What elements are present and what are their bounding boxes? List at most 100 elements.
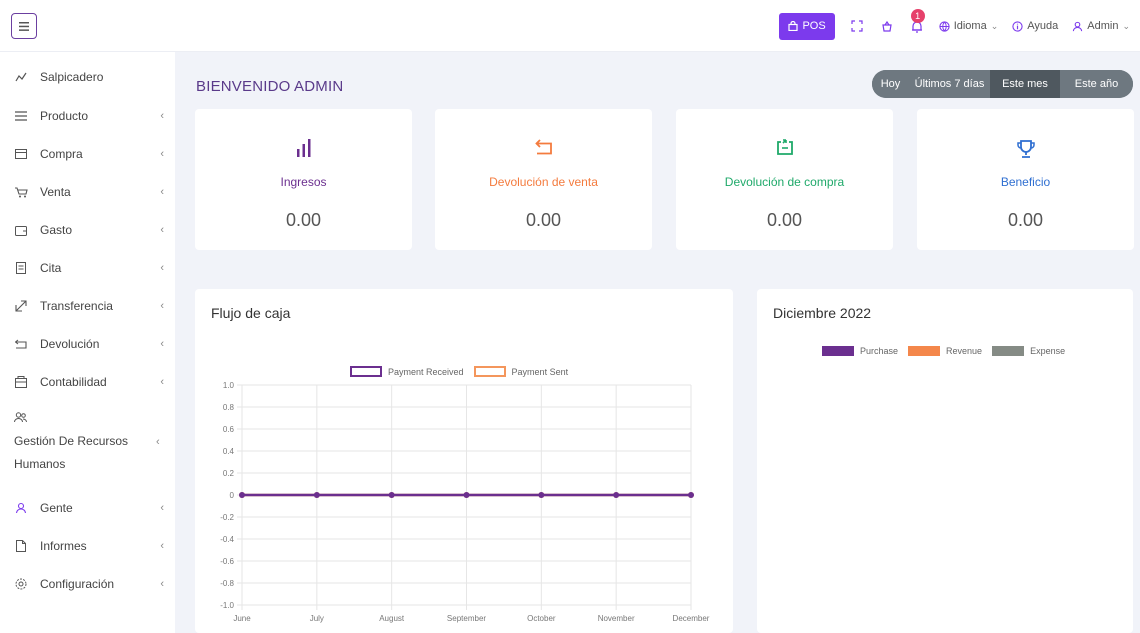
- stat-value: 0.00: [766, 210, 803, 230]
- chevron-left-icon: ‹: [160, 224, 164, 236]
- range-this-year-button[interactable]: Este año: [1060, 70, 1133, 98]
- sidebar-item-venta[interactable]: Venta ‹: [14, 182, 164, 202]
- date-range-selector: Hoy Últimos 7 días Este mes Este año: [872, 70, 1133, 98]
- trophy-icon: [1016, 140, 1035, 158]
- stat-value: 0.00: [285, 210, 322, 230]
- data-point: [388, 492, 395, 498]
- y-tick-label: 0.2: [223, 469, 235, 478]
- y-tick-label: 0: [230, 491, 235, 500]
- accounting-icon: [14, 375, 28, 389]
- stat-card-beneficio: Beneficio 0.00: [917, 109, 1134, 250]
- stat-label: Devolución de venta: [489, 175, 598, 189]
- hamburger-icon: [19, 21, 29, 31]
- sidebar-item-label: Salpicadero: [40, 70, 104, 84]
- document-icon: [14, 261, 28, 275]
- sidebar-item-cita[interactable]: Cita ‹: [14, 258, 164, 278]
- settings-icon: [14, 577, 28, 591]
- wallet-icon: [14, 223, 28, 237]
- range-this-month-button[interactable]: Este mes: [990, 70, 1060, 98]
- legend-swatch-purchase: [822, 346, 854, 356]
- data-point: [688, 492, 694, 498]
- sidebar-item-label: Devolución: [40, 337, 100, 351]
- bar-chart-icon: [296, 139, 310, 157]
- sidebar-item-label: Gasto: [40, 223, 73, 237]
- x-tick-label: September: [447, 614, 486, 623]
- fullscreen-icon[interactable]: [849, 18, 865, 34]
- chevron-left-icon: ‹: [160, 186, 164, 198]
- monthly-chart-panel: Diciembre 2022 Purchase Revenue Expense: [757, 289, 1133, 633]
- chevron-down-icon: ⌄: [990, 20, 999, 31]
- chevron-left-icon: ‹: [160, 338, 164, 350]
- y-tick-label: 1.0: [223, 381, 235, 390]
- language-dropdown[interactable]: Idioma ⌄: [939, 20, 999, 32]
- sidebar-item-gasto[interactable]: Gasto ‹: [14, 220, 164, 240]
- stat-label: Devolución de compra: [724, 175, 845, 189]
- cashflow-panel: Flujo de caja Payment Received Payment S…: [195, 289, 733, 633]
- range-last-7-days-button[interactable]: Últimos 7 días: [909, 70, 990, 98]
- user-icon: [1073, 21, 1083, 31]
- info-icon: [1012, 20, 1023, 32]
- sidebar-item-label: Informes: [40, 539, 87, 553]
- sidebar-item-label: Cita: [40, 261, 62, 275]
- users-icon: [14, 412, 28, 426]
- return-arrow-icon: [534, 139, 552, 155]
- sidebar-item-devolucion[interactable]: Devolución ‹: [14, 334, 164, 354]
- sidebar-item-dashboard[interactable]: Salpicadero: [14, 67, 164, 87]
- cashflow-chart: 1.0 0.8 0.6 0.4 0.2 0 -0.2 -0.4 -0.6 -0.8 -1.0 June…: [220, 381, 710, 623]
- pos-label: POS: [802, 20, 826, 32]
- sidebar-item-compra[interactable]: Compra ‹: [14, 144, 164, 164]
- data-point: [239, 492, 245, 498]
- chevron-down-icon: ⌄: [1122, 20, 1130, 31]
- chevron-left-icon: ‹: [160, 262, 164, 274]
- sidebar-item-transferencia[interactable]: Transferencia ‹: [14, 296, 164, 316]
- bag-icon: [788, 21, 799, 31]
- menu-toggle-button[interactable]: [11, 13, 37, 39]
- stat-card-devolucion-venta: Devolución de venta 0.00: [435, 109, 652, 250]
- stat-value: 0.00: [1007, 210, 1044, 230]
- language-label: Idioma: [953, 20, 987, 32]
- x-tick-label: October: [527, 614, 556, 623]
- sidebar-item-producto[interactable]: Producto ‹: [14, 106, 164, 126]
- x-tick-label: August: [379, 614, 405, 623]
- chevron-left-icon: ‹: [160, 148, 164, 160]
- x-tick-label: November: [598, 614, 635, 623]
- globe-icon: [939, 20, 950, 32]
- range-today-button[interactable]: Hoy: [872, 70, 909, 98]
- user-icon: [14, 501, 28, 515]
- x-tick-label: June: [233, 614, 251, 623]
- sidebar-item-label: Configuración: [40, 577, 115, 591]
- data-point: [613, 492, 620, 498]
- help-link[interactable]: Ayuda: [1012, 20, 1058, 32]
- x-tick-label: December: [673, 614, 710, 623]
- y-tick-label: 0.6: [223, 425, 235, 434]
- y-tick-label: -0.4: [220, 535, 234, 544]
- chevron-left-icon: ‹: [160, 540, 164, 552]
- legend-label-revenue: Revenue: [946, 346, 983, 356]
- data-point: [463, 492, 470, 498]
- basket-icon[interactable]: [879, 18, 895, 34]
- sidebar-item-label: Transferencia: [40, 299, 113, 313]
- pos-button[interactable]: POS: [779, 12, 835, 40]
- sidebar-item-configuracion[interactable]: Configuración ‹: [14, 574, 164, 594]
- data-point: [313, 492, 320, 498]
- sidebar-item-contabilidad[interactable]: Contabilidad ‹: [14, 372, 164, 392]
- user-dropdown[interactable]: Admin ⌄: [1072, 20, 1130, 32]
- transfer-icon: [14, 299, 28, 313]
- legend-label-expense: Expense: [1030, 346, 1066, 356]
- y-tick-label: -0.6: [220, 557, 234, 566]
- monthly-legend: Purchase Revenue Expense: [822, 346, 1065, 356]
- legend-swatch-expense: [992, 346, 1025, 356]
- sidebar-item-gente[interactable]: Gente ‹: [14, 498, 164, 518]
- sidebar-item-informes[interactable]: Informes ‹: [14, 536, 164, 556]
- x-tick-label: July: [310, 614, 324, 623]
- legend-label-purchase: Purchase: [860, 346, 899, 356]
- chevron-left-icon: ‹: [156, 436, 160, 448]
- sidebar-item-label: Compra: [40, 147, 83, 161]
- notification-bell[interactable]: 1: [909, 9, 925, 34]
- top-navbar: POS 1 Idioma ⌄ Ayuda Admin ⌄: [0, 0, 1140, 52]
- sidebar-item-recursos-humanos[interactable]: Gestión De Recursos Humanos ‹: [14, 412, 164, 471]
- sidebar-item-label: Venta: [40, 185, 71, 199]
- cart-icon: [14, 185, 28, 199]
- chevron-left-icon: ‹: [160, 578, 164, 590]
- help-label: Ayuda: [1027, 20, 1059, 32]
